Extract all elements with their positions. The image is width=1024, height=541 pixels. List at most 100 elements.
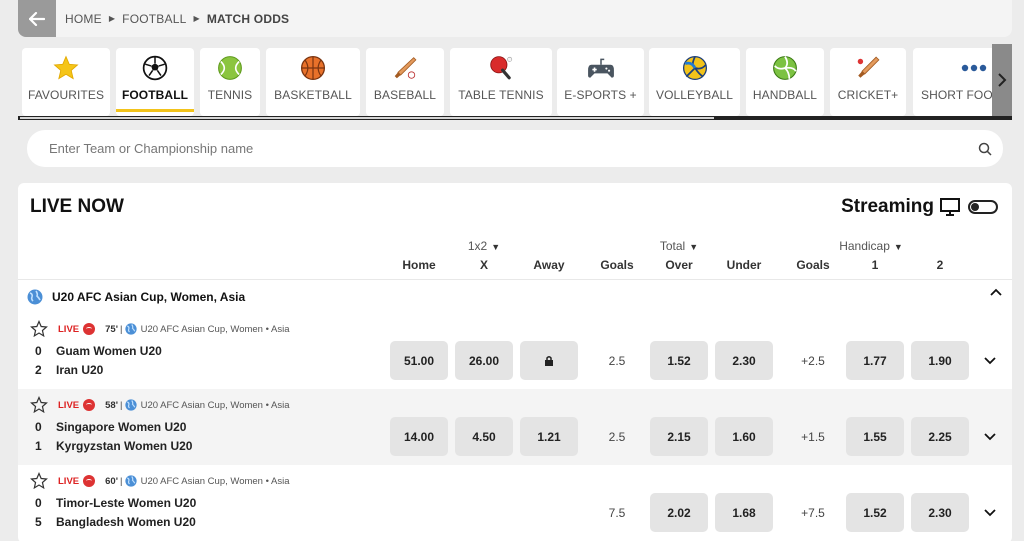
market-1x2-header[interactable]: 1x2 ▼ [451, 239, 517, 253]
globe-icon [27, 289, 43, 304]
team-away[interactable]: 5 Bangladesh Women U20 [35, 515, 196, 529]
caret-down-icon: ▼ [893, 242, 903, 252]
team-name: Singapore Women U20 [56, 420, 187, 434]
odd-away-locked [520, 341, 578, 380]
team-home[interactable]: 0 Guam Women U20 [35, 344, 162, 358]
expand-button[interactable] [983, 506, 997, 520]
competition-header[interactable]: U20 AFC Asian Cup, Women, Asia [18, 279, 1012, 313]
sport-label: VOLLEYBALL [655, 88, 734, 102]
scroll-right-button[interactable] [992, 44, 1012, 116]
column-header: X [479, 258, 488, 272]
total-line: 2.5 [608, 353, 626, 368]
odd-handicap2-button[interactable]: 2.30 [911, 493, 969, 532]
expand-button[interactable] [983, 430, 997, 444]
chevron-down-icon [984, 357, 996, 365]
match-minute: 75' | [105, 323, 123, 335]
search-icon[interactable] [967, 142, 1003, 156]
sports-strip: FAVOURITES FOOTBALL TENNIS BASKETBALL BA… [18, 44, 1012, 120]
odd-handicap1-button[interactable]: 1.52 [846, 493, 904, 532]
team-name: Iran U20 [56, 363, 104, 377]
match-header: LIVE 60' | U20 AFC Asian Cup, Women • Asi… [30, 472, 290, 490]
football-icon [142, 55, 168, 81]
odd-away-button[interactable]: 1.21 [520, 417, 578, 456]
odd-under-button[interactable]: 2.30 [715, 341, 773, 380]
sport-tab-volleyball[interactable]: VOLLEYBALL [649, 48, 740, 116]
odd-under-button[interactable]: 1.68 [715, 493, 773, 532]
odd-over-button[interactable]: 2.02 [650, 493, 708, 532]
caret-down-icon: ▼ [689, 242, 699, 252]
monitor-icon [940, 198, 960, 216]
match-minute: 60' | [105, 475, 123, 487]
sport-tab-esports[interactable]: E-SPORTS + [557, 48, 644, 116]
team-name: Guam Women U20 [56, 344, 162, 358]
market-total-header[interactable]: Total ▼ [646, 239, 712, 253]
odd-over-button[interactable]: 2.15 [650, 417, 708, 456]
search-input[interactable] [49, 141, 967, 156]
odd-handicap1-button[interactable]: 1.77 [846, 341, 904, 380]
total-line: 7.5 [608, 505, 626, 520]
breadcrumb-bar: HOME ▶ FOOTBALL ▶ MATCH ODDS [18, 0, 1012, 37]
odd-draw-button[interactable]: 26.00 [455, 341, 513, 380]
market-label: Total [659, 239, 686, 253]
live-now-title: LIVE NOW [30, 196, 124, 217]
breadcrumb-home[interactable]: HOME [65, 12, 102, 26]
breadcrumb-current: MATCH ODDS [206, 11, 290, 26]
odd-handicap2-button[interactable]: 1.90 [911, 341, 969, 380]
sport-label: E-SPORTS + [564, 88, 637, 102]
handicap-line: +7.5 [801, 505, 825, 520]
odd-home-button[interactable]: 51.00 [390, 341, 448, 380]
handball-icon [773, 56, 797, 80]
live-stream-icon [83, 475, 96, 487]
match-row: LIVE 60' | U20 AFC Asian Cup, Women • Asi… [18, 465, 1012, 541]
odd-home-button[interactable]: 14.00 [390, 417, 448, 456]
chevron-down-icon [984, 433, 996, 441]
market-handicap-header[interactable]: Handicap ▼ [830, 239, 912, 253]
column-header: Home [402, 258, 436, 272]
breadcrumb-football[interactable]: FOOTBALL [122, 12, 186, 26]
horizontal-scrollbar[interactable] [18, 116, 1012, 120]
chevron-down-icon [984, 509, 996, 517]
team-home[interactable]: 0 Singapore Women U20 [35, 420, 186, 434]
handicap-line: +1.5 [801, 429, 825, 444]
back-button[interactable] [18, 0, 56, 37]
odd-over-button[interactable]: 1.52 [650, 341, 708, 380]
match-header: LIVE 58' | U20 AFC Asian Cup, Women • Asi… [30, 396, 290, 414]
sport-label: BASKETBALL [274, 88, 352, 102]
arrow-left-icon [29, 11, 45, 26]
team-score: 2 [35, 363, 42, 377]
match-row: LIVE 58' | U20 AFC Asian Cup, Women • Asi… [18, 389, 1012, 465]
scrollbar-thumb[interactable] [20, 117, 714, 119]
column-header: Over [665, 258, 693, 272]
sport-tab-tennis[interactable]: TENNIS [200, 48, 260, 116]
basketball-icon [300, 55, 326, 81]
team-away[interactable]: 1 Kyrgyzstan Women U20 [35, 439, 192, 453]
odd-under-button[interactable]: 1.60 [715, 417, 773, 456]
sport-tab-football[interactable]: FOOTBALL [116, 48, 194, 116]
column-header: Goals [600, 258, 634, 272]
star-outline-icon[interactable] [30, 472, 48, 490]
sport-tab-baseball[interactable]: BASEBALL [366, 48, 444, 116]
odd-handicap2-button[interactable]: 2.25 [911, 417, 969, 456]
live-panel: LIVE NOW Streaming 1x2 ▼ Total ▼ Handicap ▼… [18, 183, 1012, 541]
globe-icon [125, 399, 137, 411]
sport-tab-short-football[interactable]: SHORT FOOTBA [913, 48, 1012, 116]
sport-label: HANDBALL [752, 88, 818, 102]
streaming-toggle[interactable] [968, 200, 998, 214]
odd-handicap1-button[interactable]: 1.55 [846, 417, 904, 456]
live-stream-icon [83, 399, 96, 411]
star-outline-icon[interactable] [30, 320, 48, 338]
competition-name: U20 AFC Asian Cup, Women, Asia [52, 289, 246, 304]
odd-draw-button[interactable]: 4.50 [455, 417, 513, 456]
sport-tab-cricket[interactable]: CRICKET+ [830, 48, 906, 116]
baseball-icon [394, 57, 417, 79]
expand-button[interactable] [983, 354, 997, 368]
chevron-up-icon[interactable] [990, 288, 1002, 296]
sport-tab-table-tennis[interactable]: TABLE TENNIS [450, 48, 552, 116]
live-badge: LIVE [58, 399, 80, 411]
sport-tab-handball[interactable]: HANDBALL [746, 48, 824, 116]
sport-tab-basketball[interactable]: BASKETBALL [266, 48, 360, 116]
sport-tab-favourites[interactable]: FAVOURITES [22, 48, 110, 116]
team-home[interactable]: 0 Timor-Leste Women U20 [35, 496, 196, 510]
star-outline-icon[interactable] [30, 396, 48, 414]
team-away[interactable]: 2 Iran U20 [35, 363, 103, 377]
